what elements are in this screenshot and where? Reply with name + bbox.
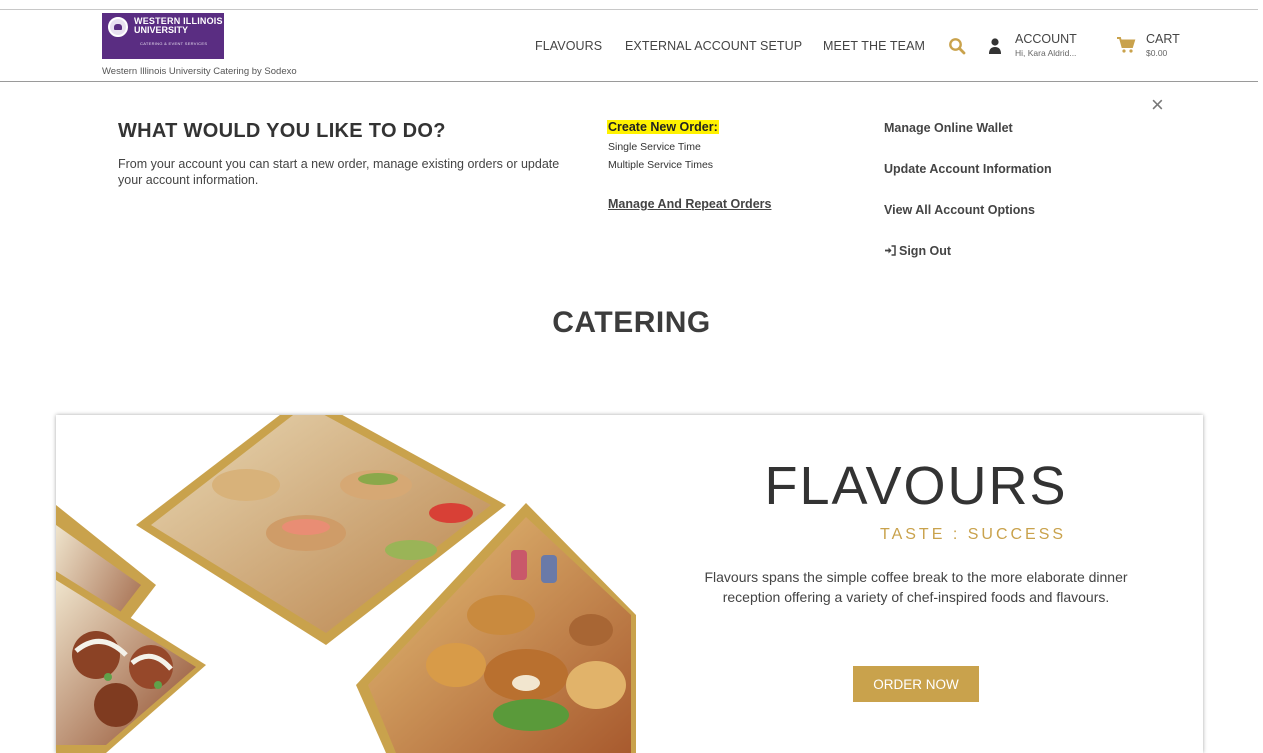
- create-new-order-label: Create New Order:: [607, 120, 719, 134]
- wiu-logo[interactable]: WESTERN ILLINOIS UNIVERSITY CATERING & E…: [102, 13, 224, 59]
- flavours-promo-card: FLAVOURS TASTE : SUCCESS Flavours spans …: [56, 415, 1203, 753]
- order-now-button[interactable]: ORDER NOW: [853, 666, 979, 702]
- flavours-tagline: TASTE : SUCCESS: [880, 526, 1067, 543]
- site-header: WESTERN ILLINOIS UNIVERSITY CATERING & E…: [0, 10, 1258, 82]
- logo-line2: UNIVERSITY: [134, 25, 189, 35]
- leatherneck-seal-icon: [108, 17, 128, 37]
- manage-online-wallet-link[interactable]: Manage Online Wallet: [884, 121, 1013, 135]
- user-icon[interactable]: [988, 37, 1002, 55]
- flavours-brand-title: FLAVOURS: [764, 456, 1068, 516]
- site-tagline: Western Illinois University Catering by …: [102, 66, 297, 77]
- panel-title: WHAT WOULD YOU LIKE TO DO?: [118, 120, 446, 142]
- cart-icon[interactable]: [1116, 36, 1136, 54]
- panel-description: From your account you can start a new or…: [118, 157, 560, 187]
- manage-and-repeat-orders-link[interactable]: Manage And Repeat Orders: [608, 197, 771, 211]
- view-all-account-options-link[interactable]: View All Account Options: [884, 203, 1035, 217]
- search-icon[interactable]: [948, 37, 966, 55]
- account-link[interactable]: ACCOUNT: [1015, 32, 1077, 46]
- sign-out-icon: [885, 245, 896, 256]
- sign-out-label: Sign Out: [899, 244, 952, 258]
- update-account-information-link[interactable]: Update Account Information: [884, 162, 1052, 176]
- nav-flavours[interactable]: FLAVOURS: [535, 39, 602, 53]
- nav-external-account-setup[interactable]: EXTERNAL ACCOUNT SETUP: [625, 39, 802, 53]
- cart-link[interactable]: CART: [1146, 32, 1180, 46]
- section-title: CATERING: [552, 306, 711, 339]
- account-greeting: Hi, Kara Aldrid...: [1015, 48, 1077, 58]
- food-collage-image: [56, 415, 636, 753]
- nav-meet-the-team[interactable]: MEET THE TEAM: [823, 39, 925, 53]
- multiple-service-times-link[interactable]: Multiple Service Times: [608, 159, 713, 171]
- cart-total: $0.00: [1146, 48, 1168, 58]
- single-service-time-link[interactable]: Single Service Time: [608, 141, 701, 153]
- logo-line3: CATERING & EVENT SERVICES: [140, 41, 208, 46]
- flavours-description: Flavours spans the simple coffee break t…: [704, 569, 1128, 605]
- close-icon[interactable]: ×: [1151, 94, 1164, 116]
- sign-out-link[interactable]: Sign Out: [884, 244, 951, 258]
